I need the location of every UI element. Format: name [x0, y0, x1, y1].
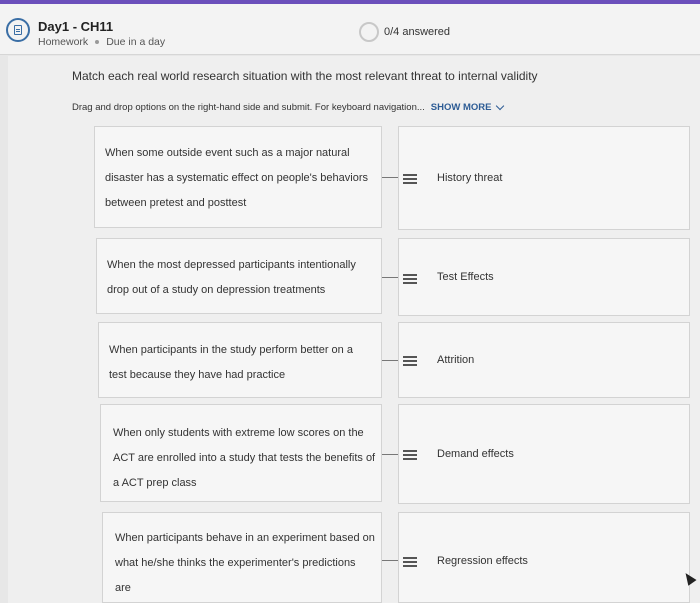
chevron-down-icon: [496, 101, 505, 110]
situation-card: When some outside event such as a major …: [94, 126, 382, 228]
answer-option[interactable]: History threat: [398, 126, 690, 230]
separator-dot: [95, 40, 100, 44]
situation-line: are: [115, 582, 131, 594]
match-connector: [382, 360, 398, 361]
situation-card: When participants behave in an experimen…: [102, 512, 382, 603]
situation-line: When some outside event such as a major …: [105, 147, 350, 159]
situation-card: When participants in the study perform b…: [98, 322, 382, 398]
answer-option[interactable]: Test Effects: [398, 238, 690, 316]
answer-label: History threat: [437, 172, 503, 184]
situation-line: When participants behave in an experimen…: [115, 532, 375, 544]
situation-line: disaster has a systematic effect on peop…: [105, 172, 368, 184]
assignment-title: Day1 - CH11: [38, 19, 114, 34]
situation-card: When only students with extreme low scor…: [100, 404, 382, 502]
match-connector: [382, 277, 398, 278]
document-icon: [6, 18, 30, 42]
assignment-header: Day1 - CH11 Homework Due in a day 0/4 an…: [0, 0, 700, 55]
situation-line: what he/she thinks the experimenter's pr…: [115, 557, 356, 569]
answer-label: Regression effects: [437, 555, 528, 567]
drag-handle-icon[interactable]: [403, 356, 417, 366]
situation-line: between pretest and posttest: [105, 197, 247, 209]
show-more-link[interactable]: SHOW MORE: [430, 101, 505, 113]
answer-option[interactable]: Regression effects: [398, 512, 690, 603]
answer-option[interactable]: Attrition: [398, 322, 690, 398]
answer-option[interactable]: Demand effects: [398, 404, 690, 504]
answer-label: Test Effects: [437, 271, 494, 283]
assignment-meta: Homework Due in a day: [38, 36, 165, 48]
instructions-text: Drag and drop options on the right-hand …: [72, 102, 425, 113]
show-more-label: SHOW MORE: [430, 102, 492, 113]
due-date: Due in a day: [106, 36, 166, 48]
progress-status: 0/4 answered: [384, 26, 451, 38]
instructions: Drag and drop options on the right-hand …: [72, 101, 505, 113]
drag-handle-icon[interactable]: [403, 174, 417, 184]
situation-line: When the most depressed participants int…: [107, 259, 356, 271]
assignment-type: Homework: [38, 36, 89, 48]
match-connector: [382, 560, 398, 561]
situation-line: When participants in the study perform b…: [109, 344, 353, 356]
situation-line: When only students with extreme low scor…: [113, 427, 364, 439]
drag-handle-icon[interactable]: [403, 557, 417, 567]
answer-label: Attrition: [437, 354, 475, 366]
situation-line: ACT are enrolled into a study that tests…: [113, 452, 376, 464]
match-connector: [382, 177, 398, 178]
drag-handle-icon[interactable]: [403, 450, 417, 460]
drag-handle-icon[interactable]: [403, 274, 417, 284]
situation-card: When the most depressed participants int…: [96, 238, 382, 314]
situation-line: drop out of a study on depression treatm…: [107, 284, 326, 296]
header-accent-strip: [0, 0, 700, 4]
answer-label: Demand effects: [437, 448, 514, 460]
situation-line: a ACT prep class: [113, 477, 197, 489]
progress-ring-icon: [359, 22, 379, 42]
match-connector: [382, 454, 398, 455]
question-prompt: Match each real world research situation…: [72, 69, 538, 83]
situation-line: test because they have had practice: [109, 369, 286, 381]
